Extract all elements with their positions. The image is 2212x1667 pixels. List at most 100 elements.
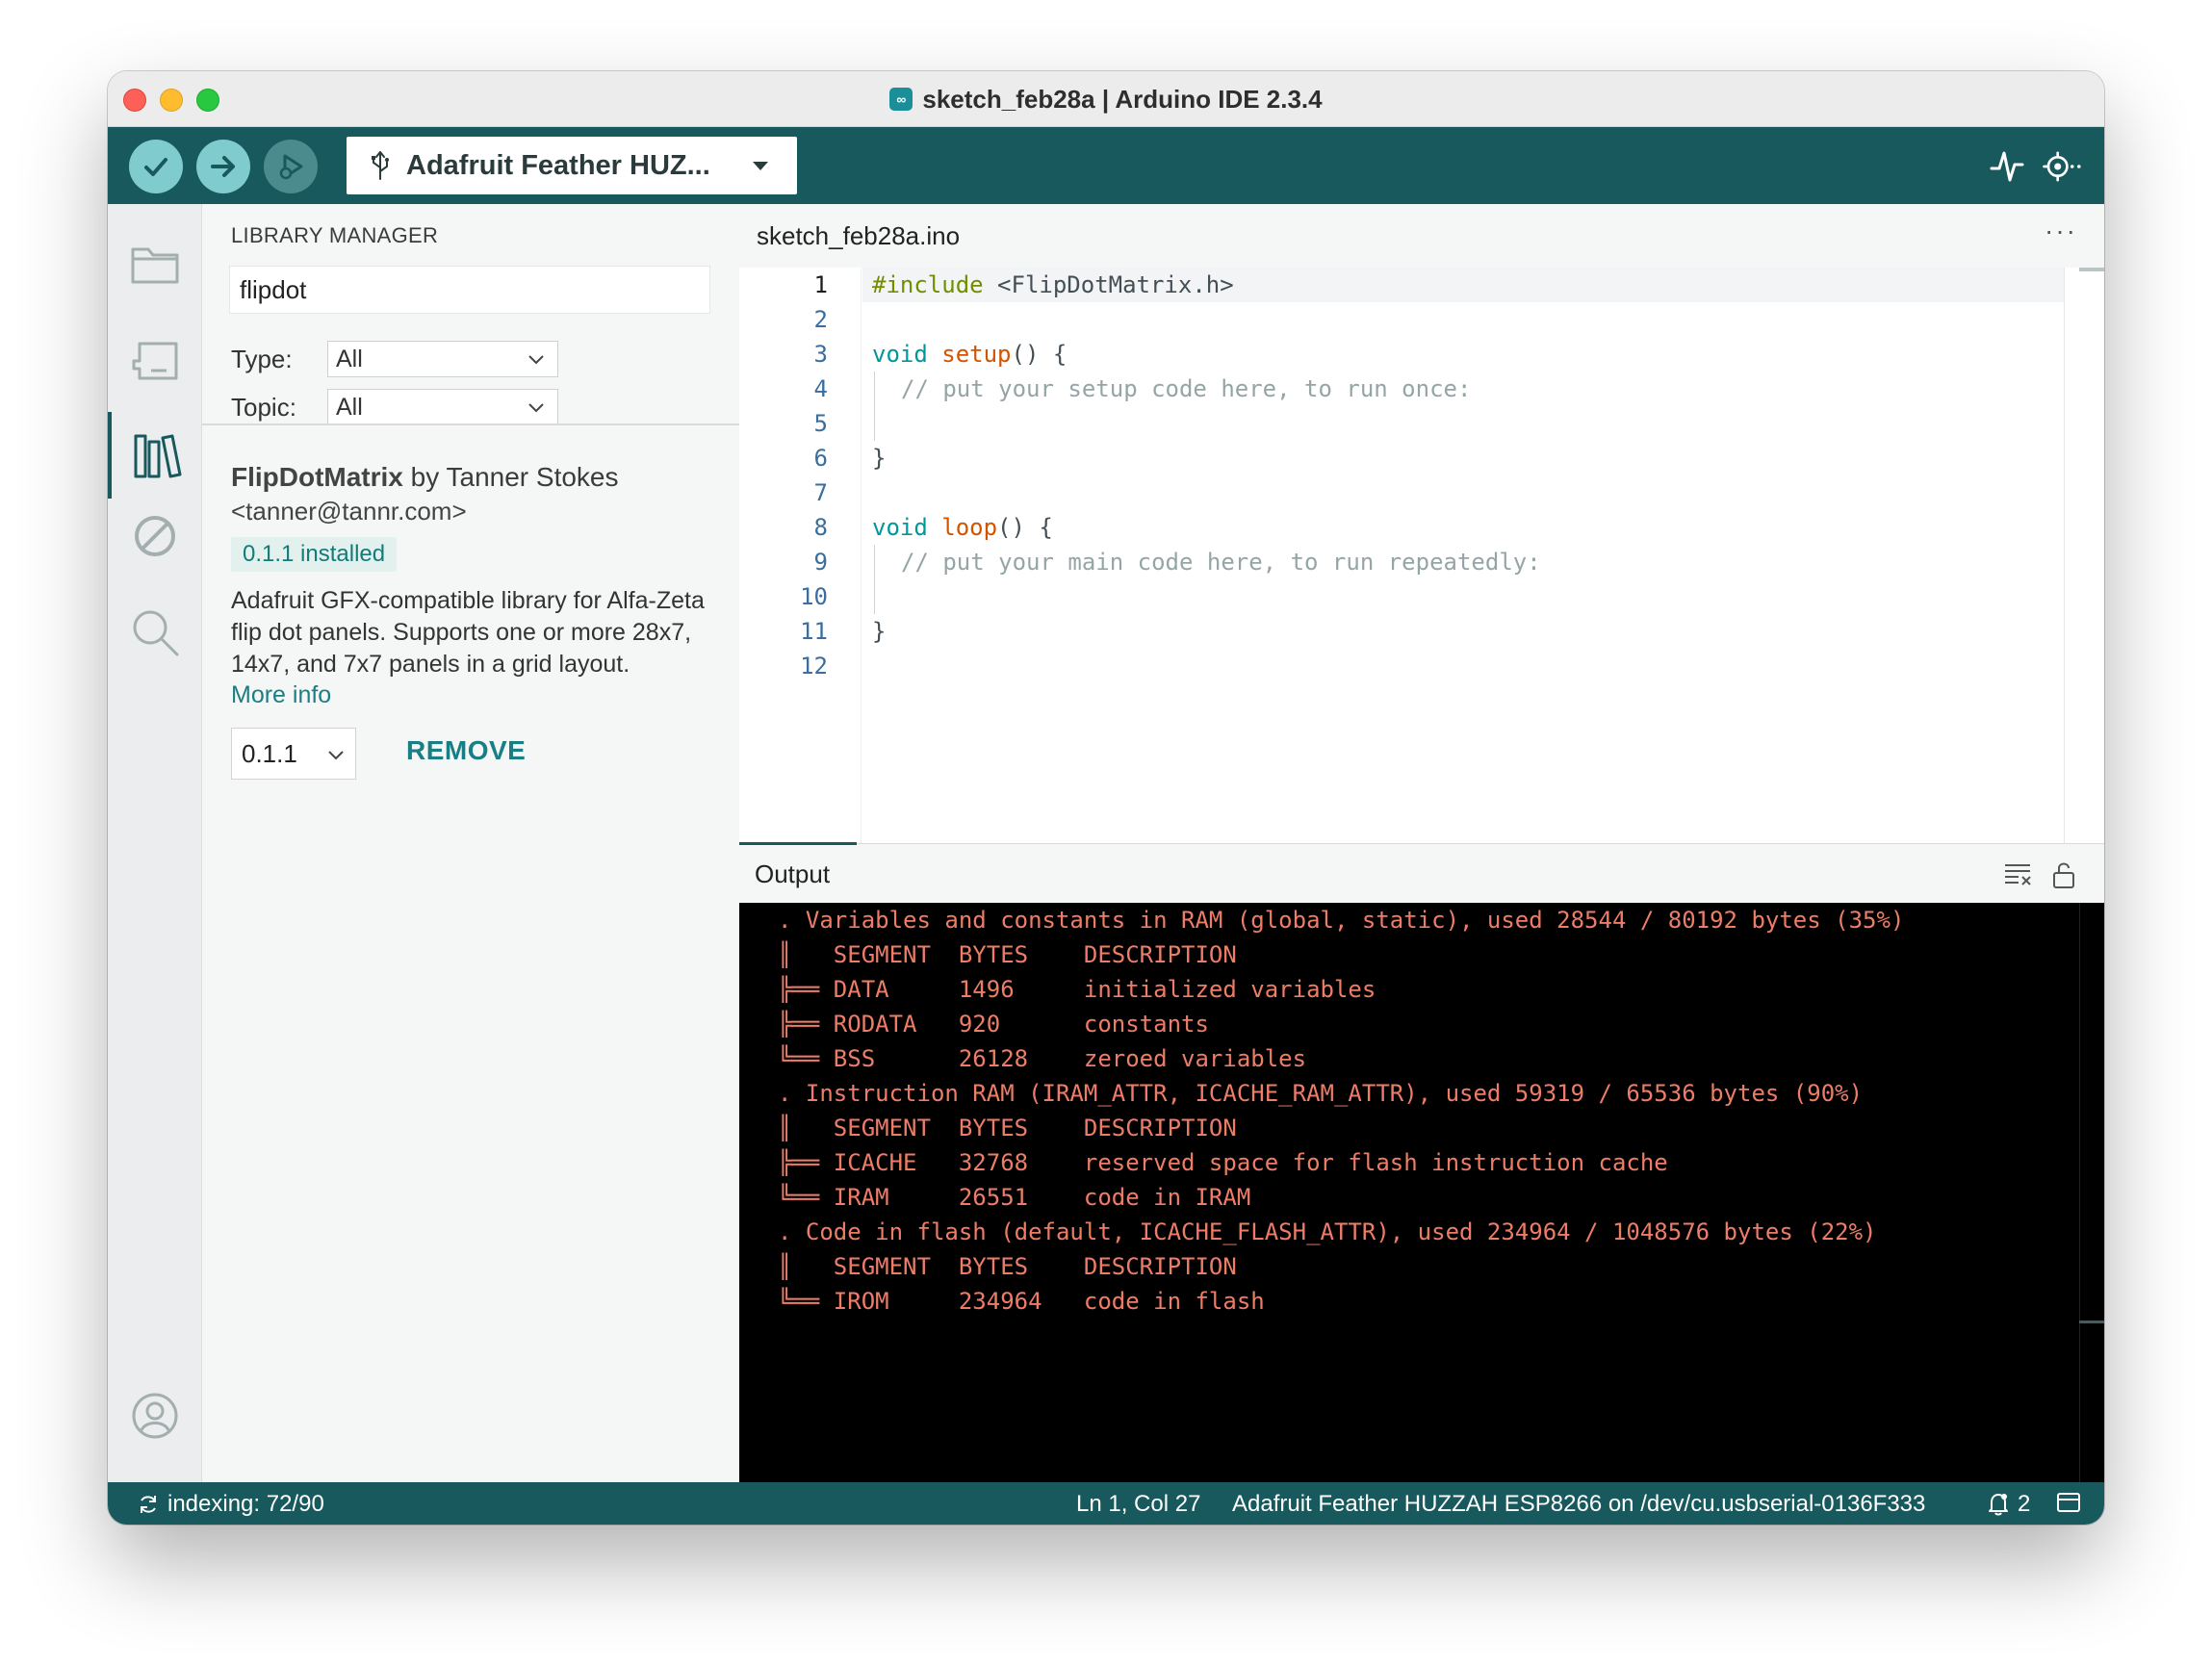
- lock-open-icon: [2053, 862, 2074, 888]
- editor-scrollbar-thumb[interactable]: [2079, 268, 2104, 271]
- title-bar: ∞ sketch_feb28a | Arduino IDE 2.3.4: [108, 71, 2104, 127]
- code-comment: // put your main code here, to run repea…: [901, 549, 1541, 576]
- code-token: () {: [997, 514, 1053, 541]
- editor-area: sketch_feb28a.ino ··· 1 2 3 4 5 6 7 8 9 …: [739, 204, 2104, 843]
- board-label: Adafruit Feather HUZ...: [406, 149, 710, 181]
- board-port-status[interactable]: Adafruit Feather HUZZAH ESP8266 on /dev/…: [1232, 1491, 1925, 1518]
- account-icon: [132, 1393, 178, 1439]
- code-token: void: [872, 514, 928, 541]
- no-debug-icon: [135, 516, 175, 556]
- filter-divider: [202, 423, 739, 425]
- output-line: . Variables and constants in RAM (global…: [778, 907, 1905, 934]
- code-line: void loop() {: [872, 510, 1053, 545]
- code-line: }: [872, 445, 887, 472]
- code-token: loop: [941, 514, 998, 541]
- line-number: 6: [813, 445, 828, 472]
- library-icon: [134, 434, 182, 478]
- line-number: 9: [813, 549, 828, 576]
- check-icon: [144, 158, 167, 176]
- chevron-down-icon: [528, 403, 544, 413]
- output-line: ╚══ BSS 26128 zeroed variables: [778, 1045, 1307, 1072]
- clear-output-button[interactable]: [2002, 859, 2033, 890]
- verify-button[interactable]: [129, 140, 183, 193]
- code-editor[interactable]: 1 2 3 4 5 6 7 8 9 10 11 12 #include <Fli…: [739, 268, 2104, 843]
- serial-plotter-button[interactable]: [1985, 144, 2029, 189]
- chevron-down-icon: [328, 751, 344, 760]
- output-panel: Output . Variables and constants in RAM …: [739, 842, 2104, 1482]
- usb-icon: [372, 151, 389, 180]
- status-bar: indexing: 72/90 Ln 1, Col 27 Adafruit Fe…: [108, 1482, 2104, 1525]
- tab-sketch[interactable]: sketch_feb28a.ino: [739, 204, 978, 268]
- output-line: ║ SEGMENT BYTES DESCRIPTION: [778, 1253, 1237, 1280]
- output-active-indicator: [739, 842, 857, 845]
- cursor-position[interactable]: Ln 1, Col 27: [1076, 1491, 1200, 1518]
- more-actions-button[interactable]: ···: [2045, 216, 2077, 246]
- notifications-count: 2: [2018, 1491, 2031, 1517]
- upload-button[interactable]: [196, 140, 250, 193]
- output-console[interactable]: . Variables and constants in RAM (global…: [739, 903, 2104, 1482]
- library-email: <tanner@tannr.com>: [231, 497, 467, 526]
- arduino-logo-icon: ∞: [889, 88, 913, 111]
- output-header: Output: [739, 842, 2104, 903]
- code-line: // put your main code here, to run repea…: [901, 545, 1541, 579]
- topic-filter-value: All: [336, 393, 363, 421]
- line-number: 10: [800, 583, 828, 610]
- search-button[interactable]: [108, 589, 202, 676]
- indexing-text: indexing: 72/90: [167, 1491, 324, 1517]
- line-number: 12: [800, 653, 828, 680]
- output-line: ╠══ ICACHE 32768 reserved space for flas…: [778, 1149, 1668, 1176]
- more-info-link[interactable]: More info: [231, 681, 331, 709]
- scroll-lock-button[interactable]: [2048, 859, 2079, 890]
- code-line: #include <FlipDotMatrix.h>: [872, 268, 1234, 302]
- library-author: by Tanner Stokes: [402, 462, 619, 492]
- code-token: #include: [872, 271, 984, 298]
- panel-toggle-icon: [2057, 1493, 2080, 1512]
- code-line: // put your setup code here, to run once…: [901, 372, 1471, 406]
- sketchbook-button[interactable]: [108, 221, 202, 308]
- version-select[interactable]: 0.1.1: [231, 728, 356, 780]
- version-value: 0.1.1: [242, 738, 297, 768]
- code-line: }: [872, 618, 887, 645]
- indent-guide: [874, 372, 875, 441]
- library-search-input[interactable]: flipdot: [229, 266, 710, 314]
- toggle-panel-button[interactable]: [2056, 1491, 2081, 1514]
- editor-tabs: sketch_feb28a.ino ···: [739, 204, 2104, 268]
- code-line: void setup() {: [872, 337, 1067, 372]
- code-token: <FlipDotMatrix.h>: [983, 271, 1234, 298]
- notifications-button[interactable]: 2: [1987, 1491, 2030, 1518]
- boards-manager-button[interactable]: [108, 318, 202, 404]
- library-title: FlipDotMatrix by Tanner Stokes: [231, 462, 619, 493]
- serial-plotter-icon: [1990, 151, 2024, 182]
- type-filter-value: All: [336, 345, 363, 372]
- chevron-down-icon: [753, 162, 768, 170]
- type-filter-select[interactable]: All: [327, 341, 558, 377]
- topic-filter-select[interactable]: All: [327, 389, 558, 425]
- output-line: ╠══ DATA 1496 initialized variables: [778, 976, 1376, 1003]
- title-wrap: ∞ sketch_feb28a | Arduino IDE 2.3.4: [108, 71, 2104, 127]
- output-line: ║ SEGMENT BYTES DESCRIPTION: [778, 941, 1237, 968]
- account-button[interactable]: [108, 1372, 202, 1459]
- output-line: ╚══ IRAM 26551 code in IRAM: [778, 1184, 1251, 1211]
- line-number: 3: [813, 341, 828, 368]
- folder-icon: [131, 247, 179, 284]
- debug-button[interactable]: [264, 140, 318, 193]
- line-number: 2: [813, 306, 828, 333]
- remove-button[interactable]: REMOVE: [406, 735, 526, 766]
- gutter-border: [861, 268, 862, 843]
- line-number: 8: [813, 514, 828, 541]
- board-selector[interactable]: Adafruit Feather HUZ...: [347, 137, 797, 194]
- bell-icon: [1989, 1494, 2008, 1516]
- output-line: ╚══ IROM 234964 code in flash: [778, 1288, 1265, 1315]
- code-token: setup: [941, 341, 1012, 368]
- library-manager-button[interactable]: [108, 412, 202, 499]
- debug-panel-button[interactable]: [108, 493, 202, 579]
- serial-monitor-icon: [2043, 151, 2081, 182]
- output-line: ╠══ RODATA 920 constants: [778, 1011, 1209, 1038]
- serial-monitor-button[interactable]: [2041, 144, 2085, 189]
- debug-icon: [279, 154, 303, 180]
- output-scrollbar-thumb[interactable]: [2079, 1321, 2104, 1323]
- code-comment: // put your setup code here, to run once…: [901, 375, 1472, 402]
- editor-scrollbar-track: [2064, 268, 2065, 843]
- clear-output-icon: [2005, 864, 2031, 885]
- board-icon: [132, 342, 178, 380]
